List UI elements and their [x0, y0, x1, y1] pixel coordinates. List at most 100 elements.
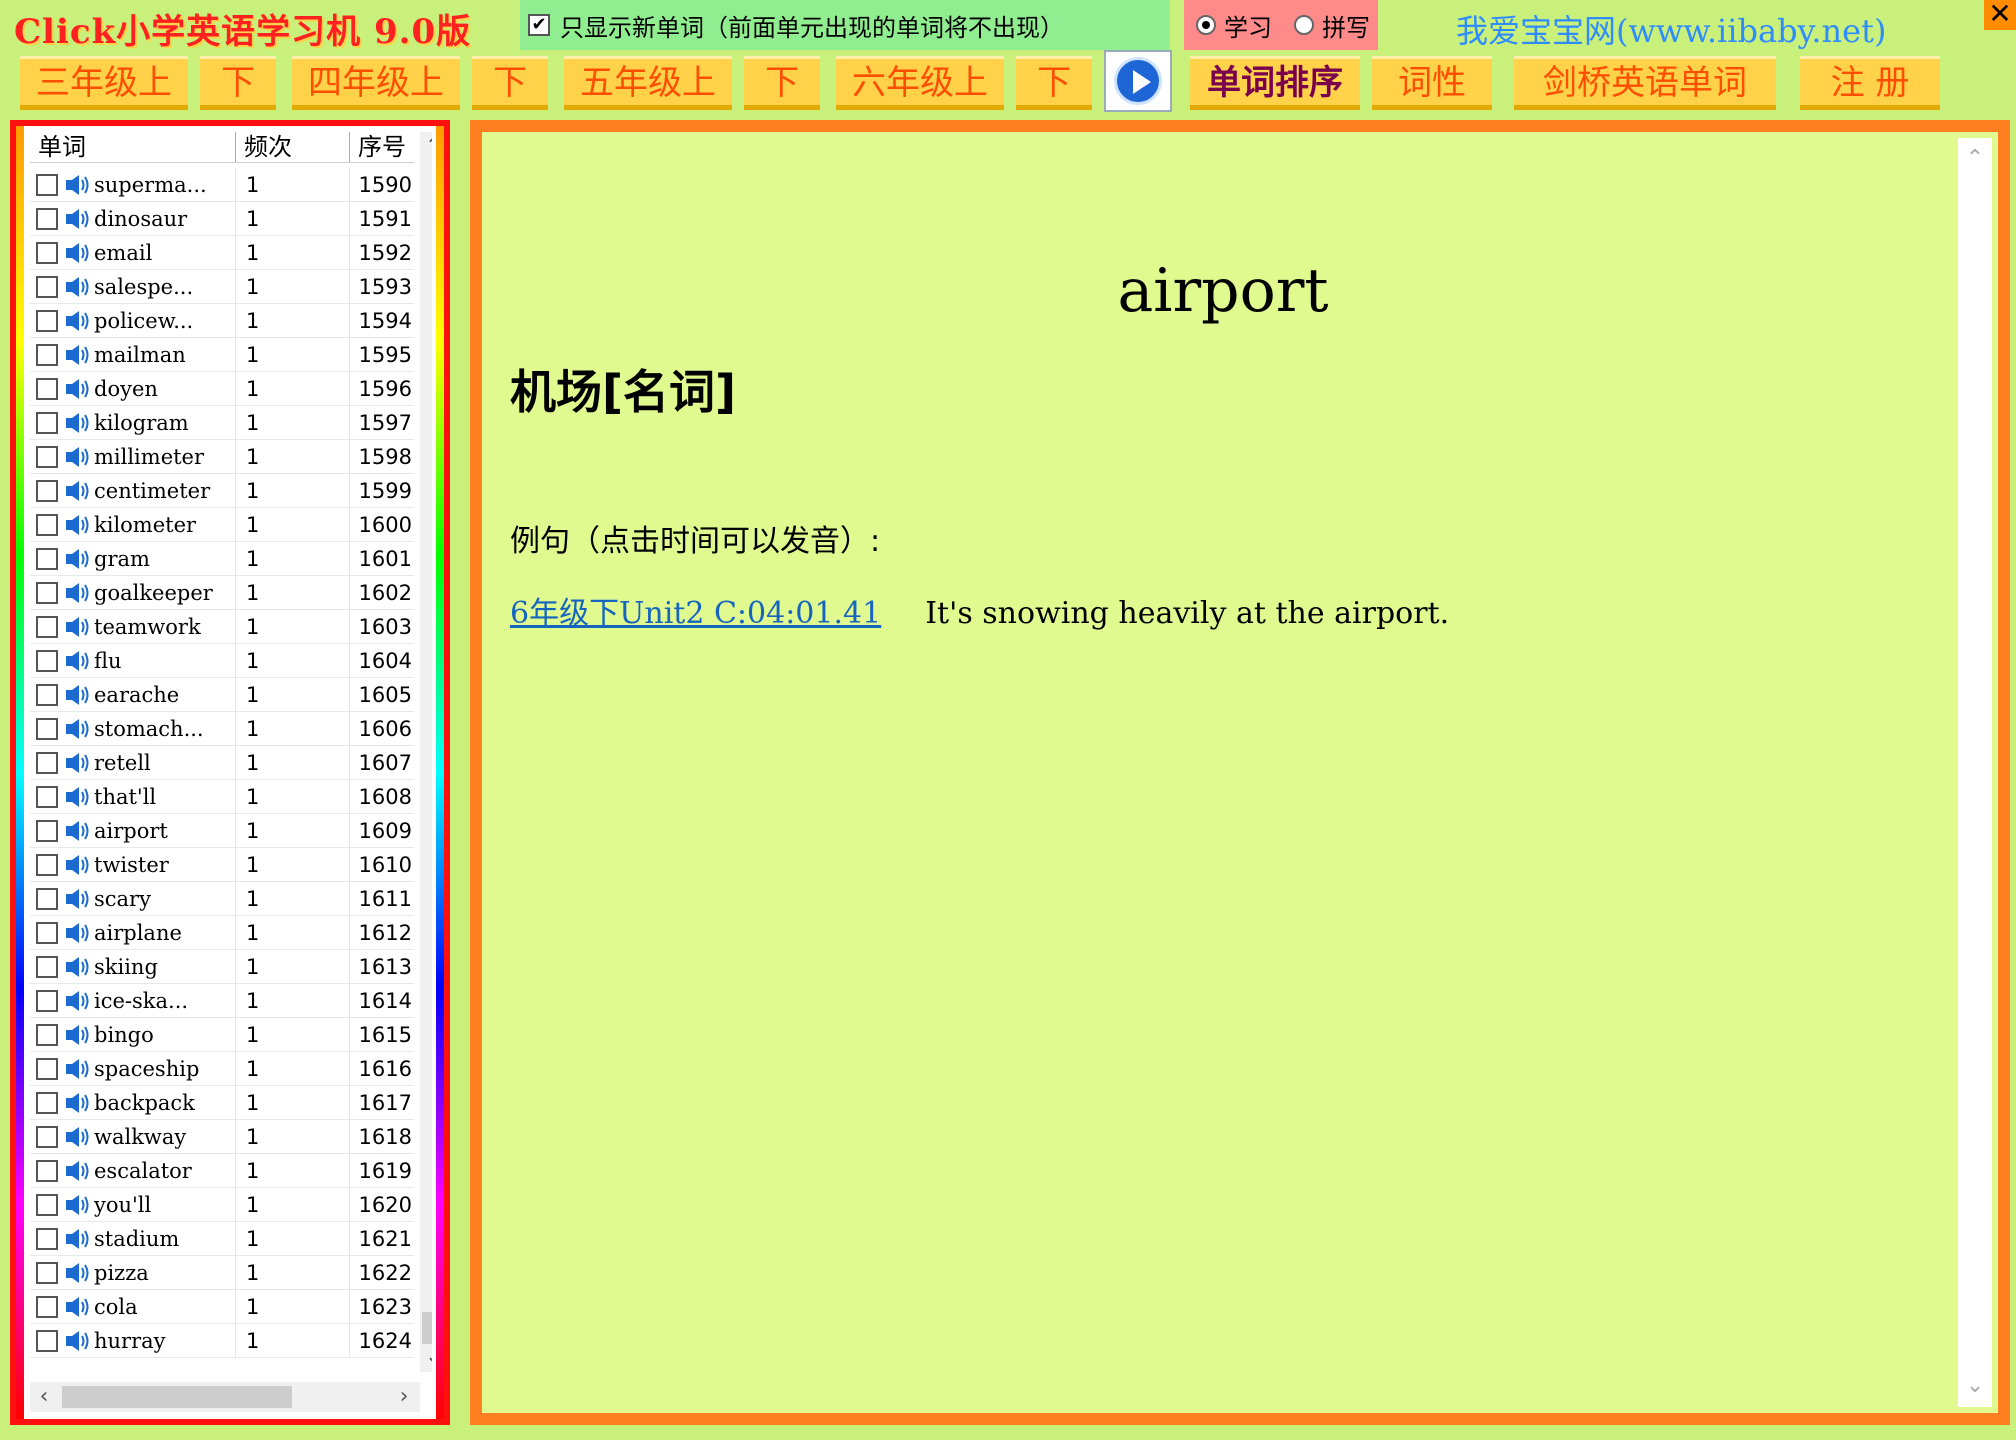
- row-checkbox[interactable]: [36, 752, 58, 774]
- row-checkbox[interactable]: [36, 888, 58, 910]
- grade5-down-button[interactable]: 下: [744, 56, 820, 110]
- row-checkbox[interactable]: [36, 650, 58, 672]
- row-checkbox[interactable]: [36, 956, 58, 978]
- list-item[interactable]: stadium 1 1621: [30, 1222, 414, 1256]
- speaker-icon[interactable]: [64, 173, 92, 197]
- speaker-icon[interactable]: [64, 1295, 92, 1319]
- vertical-scrollbar[interactable]: ⌃ ⌄: [420, 132, 432, 1372]
- list-item[interactable]: doyen 1 1596: [30, 372, 414, 406]
- column-header-index[interactable]: 序号: [350, 132, 414, 162]
- speaker-icon[interactable]: [64, 513, 92, 537]
- speaker-icon[interactable]: [64, 955, 92, 979]
- speaker-icon[interactable]: [64, 853, 92, 877]
- row-checkbox[interactable]: [36, 1058, 58, 1080]
- list-item[interactable]: stomach... 1 1606: [30, 712, 414, 746]
- list-item[interactable]: pizza 1 1622: [30, 1256, 414, 1290]
- speaker-icon[interactable]: [64, 1125, 92, 1149]
- speaker-icon[interactable]: [64, 445, 92, 469]
- horizontal-scrollbar[interactable]: ‹ ›: [30, 1382, 420, 1412]
- scrollbar-thumb[interactable]: [422, 1312, 432, 1344]
- row-checkbox[interactable]: [36, 412, 58, 434]
- speaker-icon[interactable]: [64, 1091, 92, 1115]
- new-words-only-option[interactable]: ✔ 只显示新单词（前面单元出现的单词将不出现）: [520, 0, 1170, 50]
- speaker-icon[interactable]: [64, 1023, 92, 1047]
- row-checkbox[interactable]: [36, 1330, 58, 1352]
- list-item[interactable]: gram 1 1601: [30, 542, 414, 576]
- list-item[interactable]: airplane 1 1612: [30, 916, 414, 950]
- row-checkbox[interactable]: [36, 1092, 58, 1114]
- row-checkbox[interactable]: [36, 208, 58, 230]
- list-item[interactable]: mailman 1 1595: [30, 338, 414, 372]
- list-item[interactable]: superma... 1 1590: [30, 168, 414, 202]
- grade6-up-button[interactable]: 六年级上: [836, 56, 1004, 110]
- list-item[interactable]: earache 1 1605: [30, 678, 414, 712]
- list-item[interactable]: dinosaur 1 1591: [30, 202, 414, 236]
- scroll-down-icon[interactable]: ⌄: [420, 1342, 432, 1372]
- row-checkbox[interactable]: [36, 1126, 58, 1148]
- speaker-icon[interactable]: [64, 989, 92, 1013]
- speaker-icon[interactable]: [64, 717, 92, 741]
- column-header-word[interactable]: 单词: [30, 132, 236, 162]
- speaker-icon[interactable]: [64, 785, 92, 809]
- sort-words-button[interactable]: 单词排序: [1190, 56, 1360, 110]
- row-checkbox[interactable]: [36, 378, 58, 400]
- list-item[interactable]: airport 1 1609: [30, 814, 414, 848]
- row-checkbox[interactable]: [36, 1024, 58, 1046]
- row-checkbox[interactable]: [36, 276, 58, 298]
- row-checkbox[interactable]: [36, 1194, 58, 1216]
- list-item[interactable]: bingo 1 1615: [30, 1018, 414, 1052]
- list-item[interactable]: ice-ska... 1 1614: [30, 984, 414, 1018]
- speaker-icon[interactable]: [64, 309, 92, 333]
- row-checkbox[interactable]: [36, 446, 58, 468]
- list-item[interactable]: policew... 1 1594: [30, 304, 414, 338]
- speaker-icon[interactable]: [64, 275, 92, 299]
- list-item[interactable]: that'll 1 1608: [30, 780, 414, 814]
- speaker-icon[interactable]: [64, 377, 92, 401]
- row-checkbox[interactable]: [36, 514, 58, 536]
- row-checkbox[interactable]: [36, 786, 58, 808]
- list-item[interactable]: kilometer 1 1600: [30, 508, 414, 542]
- speaker-icon[interactable]: [64, 1193, 92, 1217]
- list-item[interactable]: spaceship 1 1616: [30, 1052, 414, 1086]
- speaker-icon[interactable]: [64, 581, 92, 605]
- speaker-icon[interactable]: [64, 819, 92, 843]
- speaker-icon[interactable]: [64, 241, 92, 265]
- register-button[interactable]: 注 册: [1800, 56, 1940, 110]
- row-checkbox[interactable]: [36, 174, 58, 196]
- hscrollbar-thumb[interactable]: [62, 1386, 292, 1408]
- list-item[interactable]: centimeter 1 1599: [30, 474, 414, 508]
- example-audio-link[interactable]: 6年级下Unit2 C:04:01.41: [510, 596, 881, 631]
- word-list[interactable]: 单词 频次 序号 superma... 1 1590 dinosaur 1 1591 ema…: [30, 132, 432, 1412]
- row-checkbox[interactable]: [36, 344, 58, 366]
- mode-spell-radio[interactable]: [1294, 15, 1314, 35]
- list-item[interactable]: scary 1 1611: [30, 882, 414, 916]
- speaker-icon[interactable]: [64, 411, 92, 435]
- grade4-up-button[interactable]: 四年级上: [292, 56, 460, 110]
- speaker-icon[interactable]: [64, 1227, 92, 1251]
- list-item[interactable]: kilogram 1 1597: [30, 406, 414, 440]
- detail-scroll-down-icon[interactable]: ⌄: [1961, 1371, 1989, 1401]
- speaker-icon[interactable]: [64, 547, 92, 571]
- row-checkbox[interactable]: [36, 242, 58, 264]
- speaker-icon[interactable]: [64, 1261, 92, 1285]
- row-checkbox[interactable]: [36, 1262, 58, 1284]
- grade3-down-button[interactable]: 下: [200, 56, 276, 110]
- speaker-icon[interactable]: [64, 1057, 92, 1081]
- site-link[interactable]: 我爱宝宝网(www.iibaby.net): [1456, 6, 1886, 52]
- mode-study-radio[interactable]: [1196, 15, 1216, 35]
- row-checkbox[interactable]: [36, 1296, 58, 1318]
- list-item[interactable]: teamwork 1 1603: [30, 610, 414, 644]
- grade4-down-button[interactable]: 下: [472, 56, 548, 110]
- row-checkbox[interactable]: [36, 684, 58, 706]
- row-checkbox[interactable]: [36, 582, 58, 604]
- speaker-icon[interactable]: [64, 649, 92, 673]
- row-checkbox[interactable]: [36, 616, 58, 638]
- list-item[interactable]: millimeter 1 1598: [30, 440, 414, 474]
- list-item[interactable]: email 1 1592: [30, 236, 414, 270]
- play-button[interactable]: [1104, 50, 1172, 112]
- list-item[interactable]: salespe... 1 1593: [30, 270, 414, 304]
- detail-scrollbar[interactable]: ⌃ ⌄: [1958, 138, 1992, 1407]
- scroll-right-icon[interactable]: ›: [390, 1382, 418, 1412]
- list-item[interactable]: hurray 1 1624: [30, 1324, 414, 1358]
- column-header-freq[interactable]: 频次: [236, 132, 350, 162]
